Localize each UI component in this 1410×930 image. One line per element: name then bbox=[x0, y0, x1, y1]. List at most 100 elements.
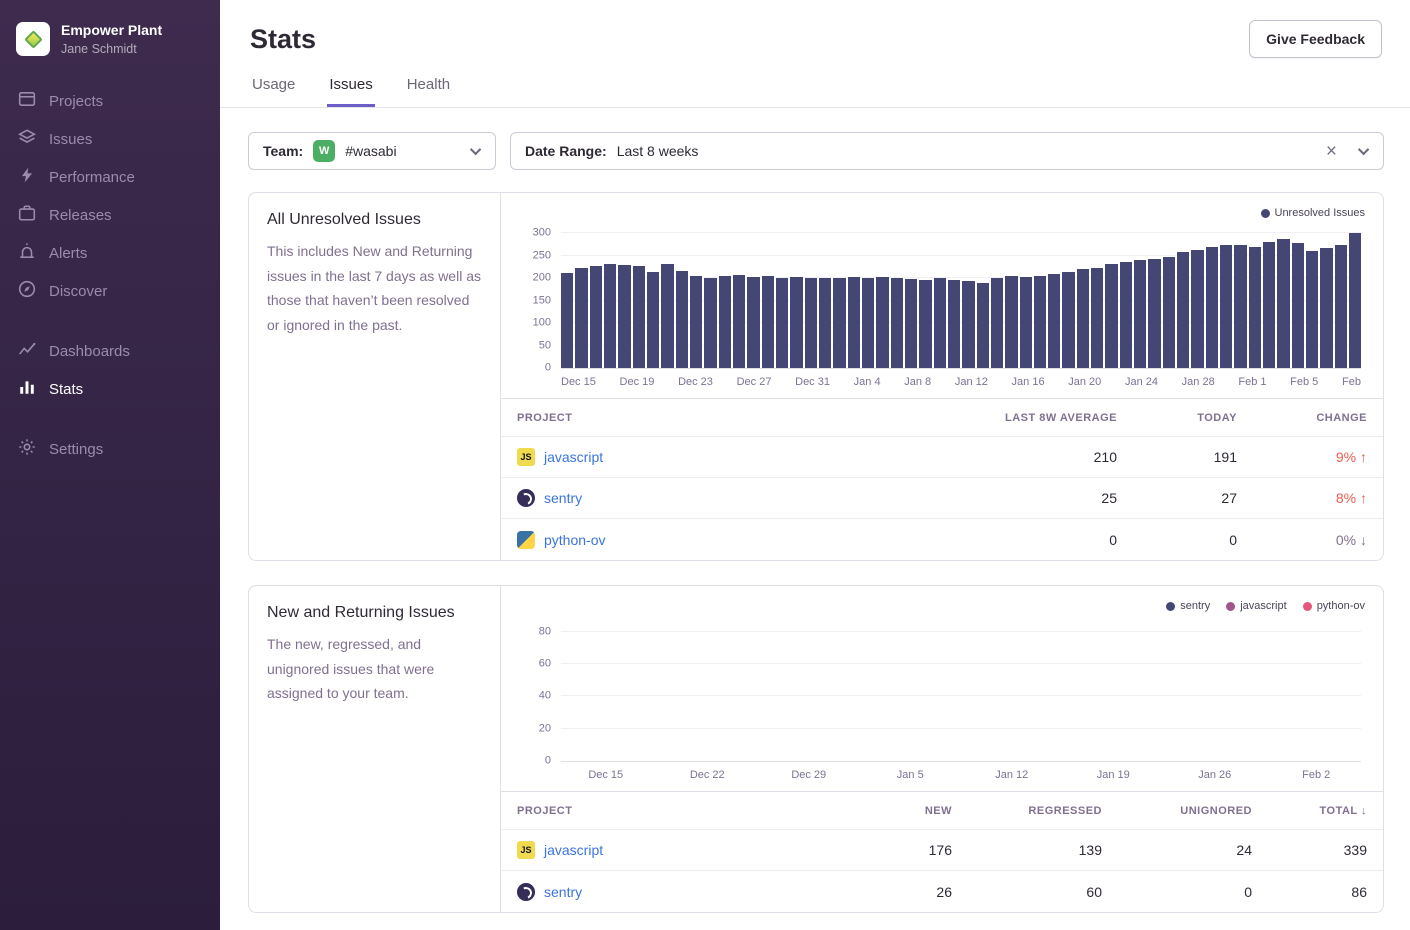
stat-value: 24 bbox=[1102, 842, 1252, 858]
chart-bar bbox=[862, 278, 874, 368]
project-link[interactable]: sentry bbox=[544, 490, 582, 506]
x-axis-tick: Jan 20 bbox=[1068, 376, 1101, 388]
column-header-new[interactable]: NEW bbox=[802, 805, 952, 817]
stats-icon bbox=[18, 378, 36, 400]
y-axis-tick: 60 bbox=[539, 659, 551, 670]
x-axis-tick: Jan 4 bbox=[854, 376, 881, 388]
tab-issues[interactable]: Issues bbox=[327, 68, 374, 107]
x-axis-tick: Jan 5 bbox=[866, 769, 956, 781]
change-value: 8% ↑ bbox=[1237, 490, 1367, 506]
legend-item-python-ov[interactable]: python-ov bbox=[1303, 600, 1365, 612]
legend-item-javascript[interactable]: javascript bbox=[1226, 600, 1286, 612]
project-link[interactable]: javascript bbox=[544, 449, 603, 465]
give-feedback-button[interactable]: Give Feedback bbox=[1249, 20, 1382, 58]
stat-value: 25 bbox=[907, 490, 1117, 506]
sidebar-item-stats[interactable]: Stats bbox=[18, 370, 202, 408]
project-link[interactable]: javascript bbox=[544, 842, 603, 858]
column-header-project[interactable]: PROJECT bbox=[517, 805, 802, 817]
sidebar-item-discover[interactable]: Discover bbox=[18, 272, 202, 310]
chart-bar bbox=[1048, 274, 1060, 368]
panel-title: New and Returning Issues bbox=[267, 604, 482, 622]
column-header-regressed[interactable]: REGRESSED bbox=[952, 805, 1102, 817]
stat-value: 0 bbox=[1117, 532, 1237, 548]
x-axis-tick: Feb 5 bbox=[1290, 376, 1318, 388]
legend-dot-icon bbox=[1303, 602, 1312, 611]
page-title: Stats bbox=[250, 24, 316, 55]
sidebar: Empower Plant Jane Schmidt Projects Issu… bbox=[0, 0, 220, 930]
sidebar-item-dashboards[interactable]: Dashboards bbox=[18, 332, 202, 370]
chart-bar bbox=[575, 268, 587, 368]
team-avatar: W bbox=[313, 140, 335, 162]
sidebar-item-label: Settings bbox=[49, 441, 103, 458]
x-axis-tick: Jan 26 bbox=[1170, 769, 1260, 781]
issues-icon bbox=[18, 128, 36, 150]
chart-bar bbox=[891, 278, 903, 368]
table-row: sentry 25278% ↑ bbox=[501, 478, 1383, 519]
sidebar-item-label: Discover bbox=[49, 283, 107, 300]
project-link[interactable]: sentry bbox=[544, 884, 582, 900]
sidebar-item-label: Alerts bbox=[49, 245, 87, 262]
stat-value: 27 bbox=[1117, 490, 1237, 506]
x-axis-tick: Jan 12 bbox=[955, 376, 988, 388]
y-axis-tick: 40 bbox=[539, 691, 551, 702]
clear-icon[interactable]: × bbox=[1326, 142, 1337, 161]
sidebar-item-label: Stats bbox=[49, 381, 83, 398]
y-axis-tick: 300 bbox=[533, 228, 551, 239]
performance-icon bbox=[18, 166, 36, 188]
chart-bar bbox=[1020, 277, 1032, 368]
sidebar-item-projects[interactable]: Projects bbox=[18, 82, 202, 120]
sidebar-item-issues[interactable]: Issues bbox=[18, 120, 202, 158]
chart-bar bbox=[719, 276, 731, 368]
table-header-row: PROJECTNEWREGRESSEDUNIGNOREDTOTAL ↓ bbox=[501, 792, 1383, 830]
dashboards-icon bbox=[18, 340, 36, 362]
sidebar-item-releases[interactable]: Releases bbox=[18, 196, 202, 234]
change-value: 9% ↑ bbox=[1237, 449, 1367, 465]
x-axis-tick: Feb 2 bbox=[1272, 769, 1362, 781]
team-label: Team: bbox=[263, 143, 303, 159]
chart-bar bbox=[1220, 245, 1232, 368]
new-returning-issues-table: PROJECTNEWREGRESSEDUNIGNOREDTOTAL ↓JSjav… bbox=[501, 791, 1383, 912]
chart-bar bbox=[805, 278, 817, 368]
sidebar-item-alerts[interactable]: Alerts bbox=[18, 234, 202, 272]
tab-health[interactable]: Health bbox=[405, 68, 452, 107]
column-header-last-8w-average[interactable]: LAST 8W AVERAGE bbox=[907, 412, 1117, 424]
column-header-total[interactable]: TOTAL ↓ bbox=[1252, 805, 1367, 817]
column-header-unignored[interactable]: UNIGNORED bbox=[1102, 805, 1252, 817]
chart-bar bbox=[876, 277, 888, 368]
sidebar-item-performance[interactable]: Performance bbox=[18, 158, 202, 196]
team-select[interactable]: Team: W #wasabi bbox=[248, 132, 496, 170]
org-switcher[interactable]: Empower Plant Jane Schmidt bbox=[0, 14, 220, 76]
chart-bar bbox=[1234, 245, 1246, 368]
chart-plot-area: 020406080 bbox=[561, 622, 1361, 762]
column-header-today[interactable]: TODAY bbox=[1117, 412, 1237, 424]
chart-bar bbox=[704, 278, 716, 368]
chart-bar bbox=[561, 273, 573, 369]
date-range-select[interactable]: Date Range: Last 8 weeks × bbox=[510, 132, 1384, 170]
sidebar-item-settings[interactable]: Settings bbox=[18, 430, 202, 468]
new-returning-issues-chart: sentry javascript python-ov 020406080 Dec … bbox=[501, 586, 1383, 791]
y-axis-tick: 0 bbox=[545, 363, 551, 374]
x-axis-tick: Dec 15 bbox=[561, 769, 651, 781]
user-name: Jane Schmidt bbox=[61, 42, 162, 56]
stat-value: 176 bbox=[802, 842, 952, 858]
column-header-change[interactable]: CHANGE bbox=[1237, 412, 1367, 424]
chart-bar bbox=[1349, 233, 1361, 368]
y-axis-tick: 150 bbox=[533, 295, 551, 306]
discover-icon bbox=[18, 280, 36, 302]
chevron-down-icon bbox=[470, 144, 481, 155]
chevron-down-icon bbox=[1358, 144, 1369, 155]
y-axis-tick: 0 bbox=[545, 756, 551, 767]
chart-bar bbox=[962, 281, 974, 368]
y-axis-tick: 200 bbox=[533, 273, 551, 284]
unresolved-issues-chart: Unresolved Issues 050100150200250300 Dec… bbox=[501, 193, 1383, 398]
chart-x-axis: Dec 15Dec 19Dec 23Dec 27Dec 31Jan 4Jan 8… bbox=[561, 369, 1361, 394]
sidebar-item-label: Issues bbox=[49, 131, 92, 148]
stat-value: 210 bbox=[907, 449, 1117, 465]
tab-usage[interactable]: Usage bbox=[250, 68, 297, 107]
alerts-icon bbox=[18, 242, 36, 264]
legend-item-unresolved-issues[interactable]: Unresolved Issues bbox=[1261, 207, 1366, 219]
chart-bar bbox=[1148, 259, 1160, 368]
project-link[interactable]: python-ov bbox=[544, 532, 605, 548]
legend-item-sentry[interactable]: sentry bbox=[1166, 600, 1210, 612]
column-header-project[interactable]: PROJECT bbox=[517, 412, 907, 424]
